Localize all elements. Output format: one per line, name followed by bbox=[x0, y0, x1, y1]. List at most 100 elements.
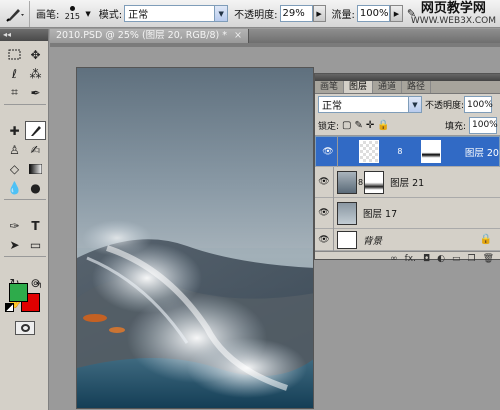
flow-slider-button[interactable]: ▶ bbox=[389, 5, 403, 22]
layer-name: 背景 bbox=[363, 235, 383, 247]
close-icon[interactable]: × bbox=[234, 30, 242, 41]
watermark-title: 网页教学网 bbox=[420, 1, 486, 16]
lock-transparency-icon[interactable]: ▢ bbox=[342, 120, 351, 131]
opacity-input[interactable]: 29% bbox=[279, 5, 313, 22]
pen-tool-icon[interactable]: ✑ bbox=[4, 216, 25, 235]
brush-tip-icon bbox=[69, 6, 75, 11]
tab-layers[interactable]: 图层 bbox=[344, 81, 374, 93]
toolbox-divider bbox=[4, 199, 46, 203]
layer-name: 图层 21 bbox=[390, 178, 425, 189]
visibility-eye-icon[interactable]: 👁 bbox=[315, 228, 334, 251]
brush-tool-preset-icon[interactable] bbox=[0, 0, 30, 27]
path-selection-tool-icon[interactable]: ➤ bbox=[4, 235, 25, 254]
flow-label: 流量: bbox=[331, 10, 355, 21]
layers-panel-footer: ∞ fx. ◘ ◐ ▭ ❐ 🗑 bbox=[315, 251, 500, 265]
lock-position-icon[interactable]: ✛ bbox=[366, 120, 374, 131]
dodge-tool-icon[interactable]: ● bbox=[25, 178, 46, 197]
visibility-eye-icon[interactable]: 👁 bbox=[315, 197, 334, 229]
mask-link-icon[interactable]: 8 bbox=[358, 178, 363, 187]
mode-label: 模式: bbox=[98, 10, 123, 21]
gradient-tool-icon[interactable] bbox=[25, 159, 46, 178]
new-layer-icon[interactable]: ❐ bbox=[467, 254, 475, 264]
blur-tool-icon[interactable]: 💧 bbox=[4, 178, 25, 197]
trash-icon[interactable]: 🗑 bbox=[483, 254, 494, 264]
crop-tool-icon[interactable]: ⌗ bbox=[4, 83, 25, 102]
brush-preset-picker[interactable]: 215 bbox=[61, 2, 83, 26]
opacity-slider-button[interactable]: ▶ bbox=[312, 5, 326, 22]
opacity-label: 不透明度: bbox=[234, 10, 278, 21]
folder-icon[interactable]: ▭ bbox=[452, 254, 461, 264]
mask-link-icon[interactable]: 8 bbox=[397, 147, 402, 156]
healing-brush-tool-icon[interactable]: ✚ bbox=[4, 121, 25, 140]
flow-input[interactable]: 100% bbox=[356, 5, 390, 22]
move-tool-icon[interactable]: ✥ bbox=[25, 45, 46, 64]
layer-name: 图层 17 bbox=[363, 209, 398, 220]
foreground-color-swatch[interactable] bbox=[9, 283, 28, 302]
chevron-down-icon: ▼ bbox=[408, 97, 421, 112]
mask-icon[interactable]: ◘ bbox=[423, 254, 430, 264]
layer-mask-thumbnail[interactable] bbox=[364, 170, 385, 194]
lock-icon: 🔒 bbox=[479, 234, 492, 245]
options-bar: 画笔: 215 ▼ 模式: 正常 ▼ 不透明度: 29% ▶ 流量: 100% … bbox=[0, 0, 500, 28]
blend-row: 正常 ▼ 不透明度: 100% bbox=[315, 94, 500, 115]
layer-row[interactable]: 👁 8 图层 20 bbox=[315, 136, 500, 167]
clone-stamp-tool-icon[interactable]: ♙ bbox=[4, 140, 25, 159]
chevron-down-icon[interactable]: ▼ bbox=[85, 10, 90, 18]
visibility-eye-icon[interactable]: 👁 bbox=[315, 166, 334, 198]
panel-grip[interactable] bbox=[315, 74, 500, 81]
layer-mask-thumbnail[interactable] bbox=[421, 140, 442, 163]
document-tab[interactable]: 2010.PSD @ 25% (图层 20, RGB/8) * × bbox=[50, 29, 250, 43]
toolbox-divider bbox=[4, 256, 46, 260]
color-swatches: ↰ bbox=[4, 281, 46, 317]
layer-thumbnail bbox=[337, 230, 357, 249]
layer-row[interactable]: 👁 背景 🔒 bbox=[315, 228, 500, 251]
layers-panel: 画笔 图层 通道 路径 正常 ▼ 不透明度: 100% 锁定: ▢ ✎ ✛ 🔒 … bbox=[314, 73, 500, 264]
default-colors-icon[interactable] bbox=[5, 303, 14, 312]
lock-pixels-icon[interactable]: ✎ bbox=[355, 120, 363, 131]
chevron-down-icon: ▼ bbox=[214, 6, 228, 21]
layer-opacity-label: 不透明度: bbox=[425, 101, 465, 111]
watermark-url: WWW.WEB3X.COM bbox=[410, 16, 496, 26]
tab-brushes[interactable]: 画笔 bbox=[315, 81, 345, 93]
tab-strip-edge bbox=[50, 43, 500, 47]
brush-size: 215 bbox=[64, 12, 81, 21]
history-brush-tool-icon[interactable]: ✍ bbox=[25, 140, 46, 159]
fill-input[interactable]: 100% bbox=[469, 116, 498, 134]
toolbox: ◂◂ ✥ ℓ ⁂ ⌗ ✒ ✚ ♙ ✍ ◇ 💧 ● ✑ T ➤ ▭ ↻ ⊚ ✋ ⚲… bbox=[0, 29, 49, 410]
brush-label: 画笔: bbox=[36, 10, 60, 21]
link-icon[interactable]: ∞ bbox=[390, 254, 398, 264]
lock-all-icon[interactable]: 🔒 bbox=[377, 120, 389, 131]
layer-opacity-input[interactable]: 100% bbox=[464, 96, 493, 113]
tab-paths[interactable]: 路径 bbox=[402, 81, 432, 93]
magic-wand-tool-icon[interactable]: ⁂ bbox=[25, 64, 46, 83]
blend-mode-value: 正常 bbox=[322, 101, 342, 112]
layer-row[interactable]: 👁 图层 17 bbox=[315, 197, 500, 229]
eyedropper-tool-icon[interactable]: ✒ bbox=[25, 83, 46, 102]
lock-label: 锁定: bbox=[318, 121, 340, 132]
layer-thumbnail bbox=[358, 140, 379, 163]
visibility-eye-icon[interactable]: 👁 bbox=[319, 136, 338, 167]
adjustment-icon[interactable]: ◐ bbox=[437, 254, 445, 264]
lasso-tool-icon[interactable]: ℓ bbox=[4, 64, 25, 83]
type-tool-icon[interactable]: T bbox=[25, 216, 46, 235]
marquee-tool-icon[interactable] bbox=[4, 45, 25, 64]
eraser-tool-icon[interactable]: ◇ bbox=[4, 159, 25, 178]
tab-channels[interactable]: 通道 bbox=[373, 81, 403, 93]
fx-icon[interactable]: fx. bbox=[405, 254, 416, 264]
mode-value: 正常 bbox=[128, 10, 149, 21]
mode-select[interactable]: 正常 ▼ bbox=[124, 5, 229, 22]
swap-colors-icon[interactable]: ↰ bbox=[35, 281, 43, 291]
layer-row[interactable]: 👁 8 图层 21 bbox=[315, 166, 500, 198]
quick-mask-icon bbox=[20, 324, 30, 332]
watermark: 网页教学网 WWW.WEB3X.COM bbox=[411, 2, 496, 28]
brush-tool-icon[interactable] bbox=[25, 121, 46, 140]
fill-label: 填充: bbox=[444, 121, 466, 132]
toolbox-grip[interactable]: ◂◂ bbox=[0, 29, 48, 41]
panel-tabs: 画笔 图层 通道 路径 bbox=[315, 81, 500, 94]
canvas-artwork bbox=[77, 68, 313, 408]
toolbox-divider bbox=[4, 104, 46, 108]
quick-mask-button[interactable] bbox=[15, 321, 35, 335]
image-canvas[interactable] bbox=[76, 67, 314, 409]
blend-mode-select[interactable]: 正常 ▼ bbox=[318, 96, 422, 113]
shape-tool-icon[interactable]: ▭ bbox=[25, 235, 46, 254]
